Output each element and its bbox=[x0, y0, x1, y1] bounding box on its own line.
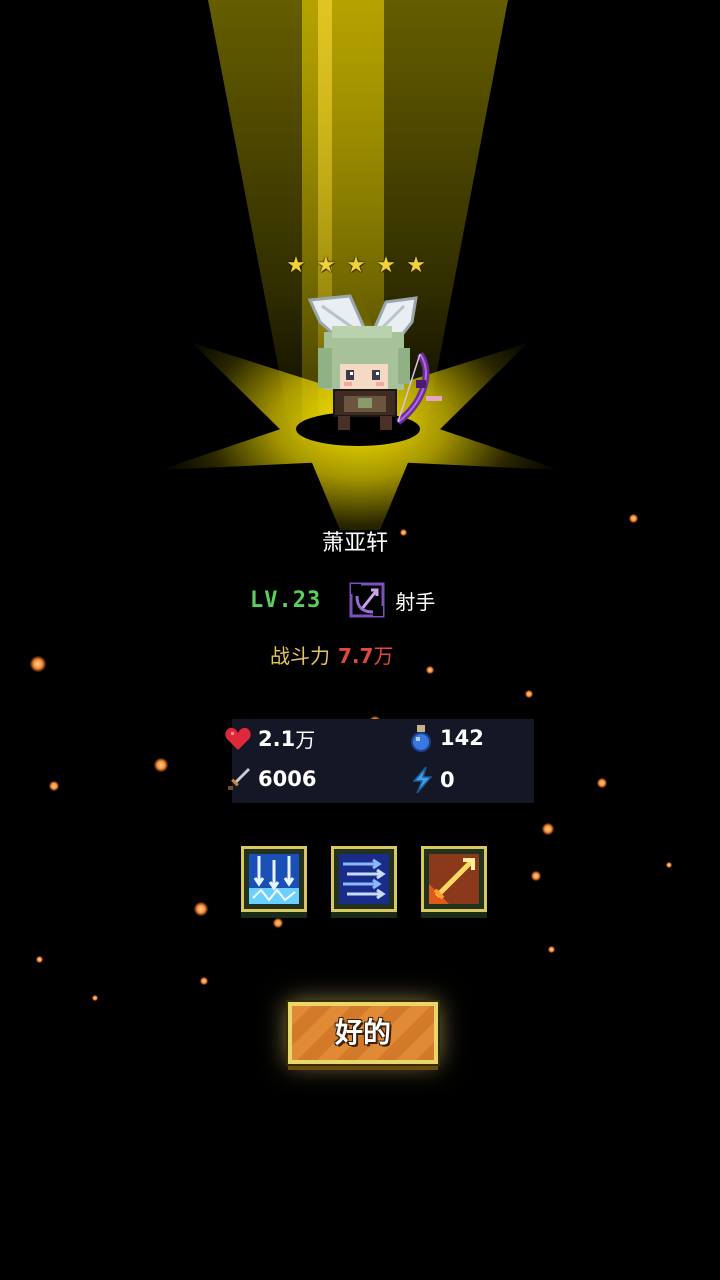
star-icon: ★ bbox=[316, 253, 336, 278]
arrow-barrage-skill-icon bbox=[339, 854, 389, 904]
potion-icon bbox=[411, 725, 431, 752]
stat-hp: 2.1 万 bbox=[224, 724, 315, 753]
heart-icon bbox=[225, 727, 251, 750]
sword-icon bbox=[228, 768, 250, 790]
hero-recruit-screen: ★ ★ ★ ★ ★ 萧亚轩 LV.23 射手 战斗力 7.7万 2.1 万 14… bbox=[0, 0, 720, 1280]
ember-particle bbox=[525, 690, 533, 698]
ember-particle bbox=[531, 871, 541, 881]
star-icon: ★ bbox=[286, 253, 306, 278]
star-icon: ★ bbox=[346, 253, 366, 278]
ember-particle bbox=[30, 656, 46, 672]
stat-attack: 6006 bbox=[226, 766, 316, 792]
stat-energy: 0 bbox=[410, 766, 455, 794]
skill-frame bbox=[241, 846, 307, 912]
ember-particle bbox=[666, 862, 672, 868]
combat-power-unit: 万 bbox=[373, 644, 394, 668]
skill-slot-3[interactable] bbox=[421, 846, 491, 918]
ember-particle bbox=[92, 995, 98, 1001]
stat-hp-unit: 万 bbox=[295, 728, 316, 752]
ember-particle bbox=[629, 514, 638, 523]
star-icon: ★ bbox=[406, 253, 426, 278]
ember-particle bbox=[542, 823, 554, 835]
hero-class-name: 射手 bbox=[395, 589, 436, 614]
ember-particle bbox=[548, 946, 555, 953]
confirm-button[interactable]: 好的 bbox=[288, 1002, 438, 1064]
ember-particle bbox=[597, 778, 607, 788]
combat-power-label: 战斗力 bbox=[270, 644, 330, 668]
hero-sprite bbox=[307, 294, 442, 430]
skill-list bbox=[241, 846, 491, 918]
ember-particle bbox=[194, 902, 208, 916]
lightning-icon bbox=[412, 766, 433, 794]
ember-particle bbox=[49, 781, 59, 791]
stat-mana-value: 142 bbox=[440, 726, 484, 750]
ember-particle bbox=[200, 977, 208, 985]
stat-attack-value: 6006 bbox=[258, 767, 317, 791]
combat-power-value: 7.7 bbox=[338, 644, 374, 668]
stat-mana: 142 bbox=[408, 724, 484, 752]
ember-particle bbox=[273, 918, 283, 928]
skill-frame bbox=[331, 846, 397, 912]
ember-particle bbox=[36, 956, 43, 963]
level-class-row: LV.23 射手 bbox=[250, 582, 435, 618]
ember-particle bbox=[426, 666, 434, 674]
stat-energy-value: 0 bbox=[440, 768, 455, 792]
hero-level: LV.23 bbox=[250, 587, 322, 613]
ember-particle bbox=[154, 758, 168, 772]
rarity-stars: ★ ★ ★ ★ ★ bbox=[284, 254, 428, 278]
skill-slot-2[interactable] bbox=[331, 846, 401, 918]
fire-arrow-skill-icon bbox=[429, 854, 479, 904]
star-icon: ★ bbox=[376, 253, 396, 278]
combat-power: 战斗力 7.7万 bbox=[270, 640, 393, 669]
skill-slot-1[interactable] bbox=[241, 846, 311, 918]
ice-arrow-rain-skill-icon bbox=[249, 854, 299, 904]
stat-hp-value: 2.1 bbox=[258, 726, 296, 751]
hero-name: 萧亚轩 bbox=[321, 531, 388, 556]
bow-class-icon bbox=[349, 582, 385, 618]
skill-frame bbox=[421, 846, 487, 912]
